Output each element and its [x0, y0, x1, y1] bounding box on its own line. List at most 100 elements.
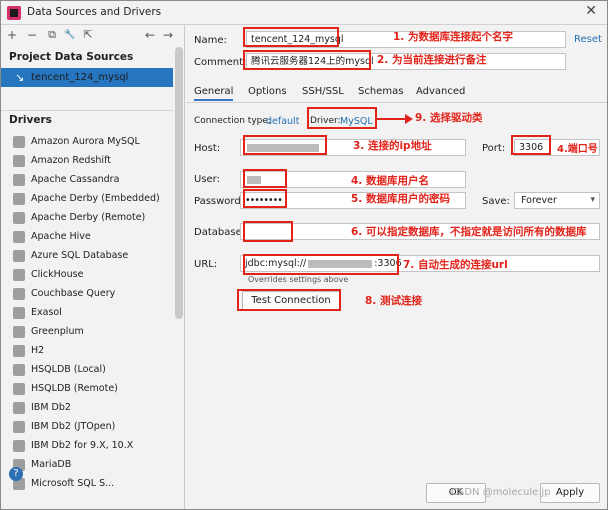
- port-label: Port:: [482, 143, 506, 154]
- title-bar: Data Sources and Drivers ✕: [1, 1, 607, 25]
- annotation-user: 4. 数据库用户名: [351, 175, 429, 187]
- driver-icon: [13, 193, 25, 205]
- annotation-box-host: [243, 135, 327, 155]
- driver-icon: [13, 364, 25, 376]
- database-label: Database:: [194, 227, 246, 238]
- tab-advanced[interactable]: Advanced: [416, 86, 465, 97]
- driver-icon: [13, 307, 25, 319]
- forward-icon[interactable]: →: [161, 27, 175, 43]
- annotation-4: 4.端口号: [557, 144, 598, 155]
- data-source-item[interactable]: ↘ tencent_124_mysql: [1, 68, 173, 87]
- help-icon[interactable]: ?: [9, 467, 23, 481]
- driver-item[interactable]: IBM Db2: [1, 399, 173, 418]
- annotation-8: 8. 测试连接: [365, 295, 422, 307]
- driver-label: Apache Derby (Remote): [31, 212, 146, 223]
- annotation-7: 7. 自动生成的连接url: [403, 259, 508, 271]
- driver-item[interactable]: IBM Db2 (JTOpen): [1, 418, 173, 437]
- driver-item[interactable]: MariaDB: [1, 456, 173, 475]
- data-source-label: tencent_124_mysql: [31, 72, 129, 83]
- driver-icon: [13, 231, 25, 243]
- annotation-box-comment: [243, 50, 371, 70]
- annotation-6: 6. 可以指定数据库，不指定就是访问所有的数据库: [351, 226, 587, 238]
- driver-label: Amazon Redshift: [31, 155, 111, 166]
- annotation-box-database: [243, 221, 293, 242]
- tab-bar: General Options SSH/SSL Schemas Advanced: [186, 83, 607, 103]
- driver-item[interactable]: Microsoft SQL S...: [1, 475, 173, 494]
- left-panel: + − ⧉ 🔧 ⇱ ← → Project Data Sources ↘ ten…: [1, 25, 185, 509]
- driver-item[interactable]: Apache Hive: [1, 228, 173, 247]
- annotation-arrow-line: [377, 118, 407, 120]
- driver-icon: [13, 174, 25, 186]
- host-label: Host:: [194, 143, 221, 154]
- remove-icon[interactable]: −: [25, 27, 39, 43]
- driver-label: MariaDB: [31, 459, 72, 470]
- connection-type-label: Connection type:: [194, 116, 271, 126]
- annotation-3: 3. 连接的ip地址: [353, 140, 432, 152]
- driver-icon: [13, 402, 25, 414]
- driver-label: Exasol: [31, 307, 62, 318]
- driver-item[interactable]: Couchbase Query: [1, 285, 173, 304]
- driver-icon: [13, 155, 25, 167]
- save-select-value: Forever: [521, 195, 557, 206]
- left-toolbar: + − ⧉ 🔧 ⇱ ← →: [1, 25, 184, 47]
- tab-ssh-ssl[interactable]: SSH/SSL: [302, 86, 344, 97]
- driver-item[interactable]: ClickHouse: [1, 266, 173, 285]
- driver-item[interactable]: Amazon Redshift: [1, 152, 173, 171]
- driver-label: IBM Db2 for 9.X, 10.X: [31, 440, 134, 451]
- reset-link[interactable]: Reset: [574, 34, 602, 45]
- sidebar-divider: [1, 110, 173, 111]
- close-icon[interactable]: ✕: [585, 3, 597, 19]
- back-icon[interactable]: ←: [143, 27, 157, 43]
- driver-item[interactable]: H2: [1, 342, 173, 361]
- driver-label: Microsoft SQL S...: [31, 478, 115, 489]
- url-label: URL:: [194, 259, 218, 270]
- chevron-down-icon: ▾: [590, 195, 595, 205]
- driver-label: HSQLDB (Remote): [31, 383, 118, 394]
- mysql-dolphin-icon: ↘: [15, 71, 25, 84]
- connection-type-link[interactable]: default: [266, 116, 299, 127]
- annotation-box-user: [243, 169, 287, 188]
- driver-item[interactable]: HSQLDB (Local): [1, 361, 173, 380]
- driver-item[interactable]: Apache Derby (Remote): [1, 209, 173, 228]
- driver-item[interactable]: Apache Derby (Embedded): [1, 190, 173, 209]
- annotation-box-port: [511, 135, 551, 155]
- project-data-sources-header: Project Data Sources: [9, 51, 134, 63]
- annotation-arrow-head-icon: [405, 114, 413, 124]
- export-icon[interactable]: ⇱: [81, 27, 95, 43]
- annotation-box-name: [243, 27, 339, 47]
- driver-label: HSQLDB (Local): [31, 364, 106, 375]
- driver-item[interactable]: Amazon Aurora MySQL: [1, 133, 173, 152]
- sidebar-scrollbar[interactable]: [175, 47, 183, 319]
- driver-label: Azure SQL Database: [31, 250, 129, 261]
- annotation-box-url: [243, 254, 399, 275]
- driver-label: IBM Db2: [31, 402, 71, 413]
- annotation-9: 9. 选择驱动类: [415, 112, 483, 124]
- password-label: Password:: [194, 196, 245, 207]
- name-label: Name:: [194, 35, 227, 46]
- driver-item[interactable]: HSQLDB (Remote): [1, 380, 173, 399]
- data-sources-window: Data Sources and Drivers ✕ + − ⧉ 🔧 ⇱ ← →…: [0, 0, 608, 510]
- driver-label: IBM Db2 (JTOpen): [31, 421, 116, 432]
- driver-item[interactable]: IBM Db2 for 9.X, 10.X: [1, 437, 173, 456]
- annotation-1: 1. 为数据库连接起个名字: [393, 31, 513, 43]
- driver-label: Apache Derby (Embedded): [31, 193, 160, 204]
- driver-icon: [13, 383, 25, 395]
- add-icon[interactable]: +: [5, 27, 19, 43]
- tab-schemas[interactable]: Schemas: [358, 86, 403, 97]
- driver-icon: [13, 421, 25, 433]
- annotation-box-driver: [307, 107, 377, 129]
- driver-item[interactable]: Apache Cassandra: [1, 171, 173, 190]
- driver-icon: [13, 136, 25, 148]
- driver-item[interactable]: Exasol: [1, 304, 173, 323]
- tab-options[interactable]: Options: [248, 86, 287, 97]
- driver-icon: [13, 269, 25, 281]
- annotation-box-password: [243, 189, 287, 208]
- copy-icon[interactable]: ⧉: [45, 27, 59, 43]
- driver-label: ClickHouse: [31, 269, 84, 280]
- save-select[interactable]: Forever ▾: [514, 192, 600, 209]
- driver-icon: [13, 440, 25, 452]
- wrench-icon[interactable]: 🔧: [63, 27, 77, 43]
- tab-general[interactable]: General: [194, 86, 234, 101]
- driver-item[interactable]: Azure SQL Database: [1, 247, 173, 266]
- driver-item[interactable]: Greenplum: [1, 323, 173, 342]
